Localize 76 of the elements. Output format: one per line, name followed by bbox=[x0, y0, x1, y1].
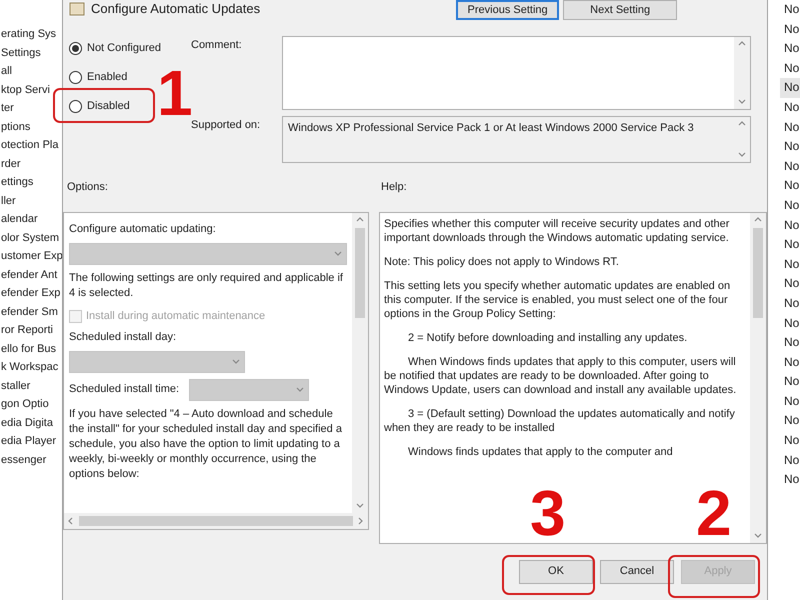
tree-item[interactable]: efender Sm bbox=[0, 302, 62, 321]
tree-item[interactable]: Settings bbox=[0, 44, 62, 62]
help-paragraph: Windows finds updates that apply to the computer and bbox=[407, 444, 674, 458]
option-label: Configure automatic updating: bbox=[69, 222, 217, 236]
dialog-title: Configure Automatic Updates bbox=[91, 1, 260, 17]
scroll-left-icon[interactable] bbox=[67, 516, 75, 524]
step-number: 1 bbox=[157, 62, 193, 124]
comment-field[interactable] bbox=[282, 36, 751, 110]
step-number: 2 bbox=[696, 482, 732, 544]
scroll-down-icon[interactable] bbox=[738, 151, 746, 159]
tree-item[interactable]: ptions bbox=[0, 118, 62, 136]
radio-button[interactable] bbox=[69, 42, 82, 55]
list-cell[interactable]: No bbox=[780, 78, 800, 98]
policy-icon bbox=[69, 2, 85, 16]
nav-button[interactable]: Previous Setting bbox=[456, 0, 560, 20]
horizontal-scrollbar[interactable] bbox=[64, 512, 368, 528]
radio-label: Disabled bbox=[87, 99, 130, 114]
options-label: Options: bbox=[67, 180, 109, 195]
tree-item[interactable]: ktop Servi bbox=[0, 80, 62, 99]
scroll-down-icon[interactable] bbox=[356, 502, 364, 510]
option-label: Scheduled install day: bbox=[69, 330, 178, 344]
scroll-up-icon[interactable] bbox=[738, 120, 746, 128]
tree-item[interactable]: ustomer Exp bbox=[0, 247, 62, 266]
comment-label: Comment: bbox=[191, 38, 243, 53]
tree-item[interactable]: otection Pla bbox=[0, 136, 62, 154]
radio-label: Not Configured bbox=[87, 41, 161, 56]
help-paragraph: When Windows finds updates that apply to this computer, users will be notified that updates are ready to be downloaded. After going to Windows Update, users can download and install any available updates. bbox=[384, 354, 738, 396]
supported-on-text: Windows XP Professional Service Pack 1 or At least Windows 2000 Service Pack 3 bbox=[287, 121, 695, 136]
tree-item[interactable]: ello for Bus bbox=[0, 340, 62, 358]
tree-item[interactable]: efender Exp bbox=[0, 284, 62, 302]
scroll-up-icon[interactable] bbox=[356, 216, 364, 224]
help-paragraph: Specifies whether this computer will receive security updates and other important downloads through the Windows automatic updating service. bbox=[384, 216, 730, 244]
scroll-thumb[interactable] bbox=[79, 516, 353, 526]
tree-item[interactable]: efender Ant bbox=[0, 266, 62, 284]
scroll-thumb[interactable] bbox=[753, 228, 763, 318]
scroll-right-icon[interactable] bbox=[357, 516, 365, 524]
tree-item[interactable]: staller bbox=[0, 376, 62, 395]
radio-button[interactable] bbox=[69, 100, 82, 113]
scroll-thumb[interactable] bbox=[355, 228, 365, 318]
tree-item[interactable]: essenger bbox=[0, 450, 62, 469]
tree-item[interactable]: k Workspac bbox=[0, 358, 62, 376]
tree-item[interactable]: gon Optio bbox=[0, 395, 62, 414]
radio-button[interactable] bbox=[69, 71, 82, 84]
help-paragraph: 2 = Notify before downloading and installing any updates. bbox=[407, 330, 688, 344]
supported-on-label: Supported on: bbox=[191, 118, 262, 133]
help-paragraph: Note: This policy does not apply to Windows RT. bbox=[384, 254, 620, 268]
tree-item[interactable]: ettings bbox=[0, 173, 62, 192]
tree-item[interactable]: rder bbox=[0, 154, 62, 173]
scroll-up-icon[interactable] bbox=[738, 40, 746, 48]
checkbox-label: Install during automatic maintenance bbox=[86, 308, 266, 324]
vertical-scrollbar[interactable] bbox=[734, 37, 750, 109]
tree-item[interactable]: alendar bbox=[0, 210, 62, 228]
step-number: 3 bbox=[530, 482, 566, 544]
tree-item[interactable]: edia Digita bbox=[0, 414, 62, 432]
tree-item[interactable]: ror Reporti bbox=[0, 321, 62, 340]
tree-item[interactable]: ller bbox=[0, 192, 62, 210]
option-label: Scheduled install time: bbox=[69, 382, 180, 397]
dialog-button[interactable]: OK bbox=[519, 560, 593, 584]
scroll-down-icon[interactable] bbox=[754, 532, 762, 540]
radio-label: Enabled bbox=[87, 70, 128, 86]
dialog-button[interactable]: Cancel bbox=[600, 560, 674, 584]
vertical-scrollbar[interactable] bbox=[352, 212, 368, 512]
option-description: The following settings are only required and applicable if 4 is selected. bbox=[69, 270, 344, 300]
scroll-down-icon[interactable] bbox=[738, 98, 746, 106]
option-description: If you have selected "4 – Auto download and schedule the install" for your scheduled install day and specified a schedule, you also have the option to limit updating to a weekly, bi-weekly or monthly occurrence, using the options below: bbox=[69, 406, 343, 482]
tree-item[interactable]: ter bbox=[0, 99, 62, 118]
help-paragraph: 3 = (Default setting) Download the updates automatically and notify when they are ready to be installed bbox=[384, 406, 736, 434]
tree-item[interactable]: edia Player bbox=[0, 432, 62, 450]
nav-button[interactable]: Next Setting bbox=[563, 0, 678, 20]
help-label: Help: bbox=[381, 180, 407, 195]
tree-item[interactable]: all bbox=[0, 62, 62, 80]
help-paragraph: This setting lets you specify whether automatic updates are enabled on this computer. If the service is enabled, you must select one of the four options in the Group Policy Setting: bbox=[384, 278, 732, 320]
vertical-scrollbar[interactable] bbox=[750, 212, 766, 542]
scroll-up-icon[interactable] bbox=[754, 216, 762, 224]
tree-item[interactable]: olor System bbox=[0, 228, 62, 247]
tree-item[interactable]: erating Sys bbox=[0, 25, 62, 44]
